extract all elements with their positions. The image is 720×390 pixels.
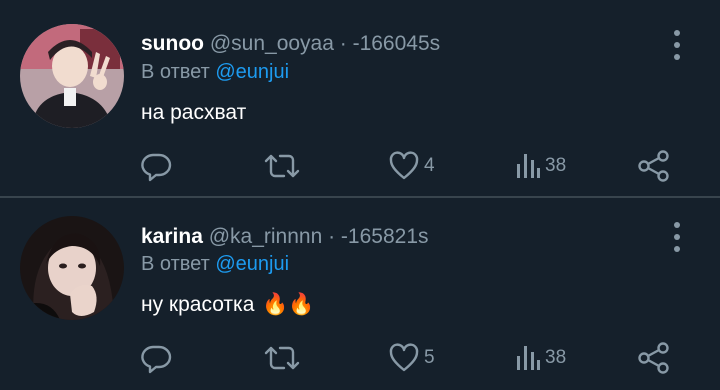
tweet-header: sunoo @sun_ooyaa · -166045s: [141, 31, 440, 57]
tweet-text-content: на расхват: [141, 101, 247, 124]
handle-and-time: @sun_ooyaa · -166045s: [209, 32, 441, 55]
tweet-sunoo[interactable]: sunoo @sun_ooyaa · -166045s В ответ @eun…: [0, 0, 720, 197]
dot: [674, 42, 680, 48]
views-button[interactable]: 38: [515, 340, 566, 376]
reply-button[interactable]: [140, 340, 172, 376]
views-bar-chart-icon: [517, 154, 540, 178]
reply-bubble-icon: [141, 153, 172, 182]
avatar[interactable]: [20, 216, 124, 320]
reply-prefix: В ответ: [141, 253, 210, 275]
like-count: 4: [424, 155, 435, 176]
views-count: 38: [545, 155, 567, 176]
views-bar-chart-icon: [517, 346, 540, 370]
share-button[interactable]: [637, 340, 671, 376]
share-button[interactable]: [637, 148, 671, 184]
retweet-icon: [264, 154, 300, 178]
tweet-divider: [0, 196, 720, 198]
handle-and-time: @ka_rinnnn · -165821s: [208, 225, 429, 248]
avatar-photo-sunoo: [20, 24, 124, 128]
vertical-ellipsis-icon: [674, 222, 680, 228]
share-icon: [638, 150, 669, 182]
vertical-ellipsis-icon: [674, 30, 680, 36]
reply-context: В ответ @eunjui: [141, 251, 289, 277]
reply-context: В ответ @eunjui: [141, 59, 289, 85]
views-button[interactable]: 38: [515, 148, 566, 184]
reply-prefix: В ответ: [141, 61, 210, 83]
display-name[interactable]: sunoo: [141, 32, 204, 55]
more-options-button[interactable]: [665, 30, 689, 60]
fire-emoji: 🔥🔥: [262, 293, 315, 316]
retweet-button[interactable]: [264, 340, 300, 376]
more-options-button[interactable]: [665, 222, 689, 252]
tweet-text: на расхват: [141, 99, 246, 127]
reply-button[interactable]: [140, 148, 172, 184]
dot: [674, 234, 680, 240]
avatar[interactable]: [20, 24, 124, 128]
share-icon: [638, 342, 669, 374]
tweet-header: karina @ka_rinnnn · -165821s: [141, 224, 429, 250]
display-name[interactable]: karina: [141, 225, 203, 248]
views-count: 38: [545, 347, 567, 368]
reply-mention-link[interactable]: @eunjui: [215, 61, 289, 83]
retweet-icon: [264, 346, 300, 370]
reply-mention-link[interactable]: @eunjui: [215, 253, 289, 275]
heart-icon: [389, 343, 419, 372]
dot: [674, 246, 680, 252]
tweet-karina[interactable]: karina @ka_rinnnn · -165821s В ответ @eu…: [0, 200, 720, 390]
tweet-text-content: ну красотка: [141, 293, 255, 316]
like-button[interactable]: 5: [388, 340, 435, 376]
reply-bubble-icon: [141, 345, 172, 374]
dot: [674, 54, 680, 60]
tweet-text: ну красотка 🔥🔥: [141, 291, 315, 319]
like-count: 5: [424, 347, 435, 368]
retweet-button[interactable]: [264, 148, 300, 184]
avatar-photo-karina: [20, 216, 124, 320]
heart-icon: [389, 151, 419, 180]
like-button[interactable]: 4: [388, 148, 435, 184]
